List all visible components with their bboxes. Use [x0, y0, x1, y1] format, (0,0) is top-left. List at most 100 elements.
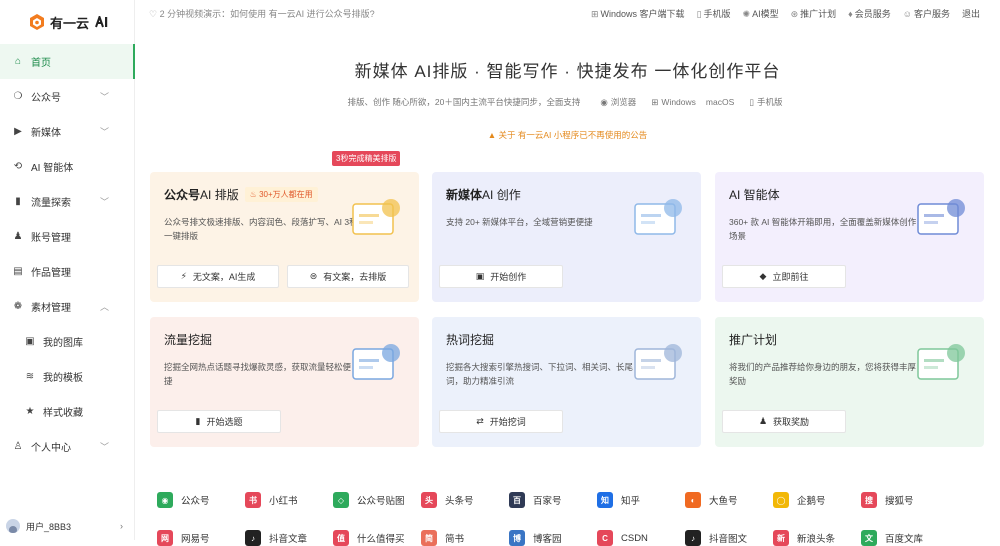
- feature-card-4[interactable]: 热词挖掘 挖掘各大搜索引擎热搜词、下拉词、相关词、长尾词，助力精准引流 ⇄ 开始挖词: [432, 317, 701, 447]
- platform-item[interactable]: 新新浪头条: [773, 530, 861, 546]
- top-link-0[interactable]: ⊞ Windows 客户端下载: [591, 7, 685, 20]
- hero-platform-icon: ⊞: [651, 97, 659, 107]
- card-action-button[interactable]: ⚡ 无文案，AI生成: [157, 265, 279, 288]
- platform-item[interactable]: 值什么值得买: [333, 530, 421, 546]
- user-name: 用户_8BB3: [26, 521, 72, 532]
- sidebar-item-3[interactable]: ⟲ AI 智能体: [0, 149, 135, 184]
- card-action-button[interactable]: ♟ 获取奖励: [722, 410, 846, 433]
- platform-item[interactable]: 搜搜狐号: [861, 492, 949, 508]
- platform-item[interactable]: ◐ 大鱼号: [685, 492, 773, 508]
- sidebar-item-6[interactable]: ▤ 作品管理: [0, 254, 135, 289]
- chevron-right-icon: ›: [120, 521, 123, 531]
- windows-icon: ⊞: [591, 9, 599, 19]
- hero-platform-label: 浏览器: [610, 97, 637, 107]
- sidebar-item-0[interactable]: ⌂ 首页: [0, 44, 135, 79]
- sidebar-item-2[interactable]: ▶ 新媒体 ﹀: [0, 114, 135, 149]
- feature-card-5[interactable]: 推广计划 将我们的产品推荐给你身边的朋友，您将获得丰厚奖励 ♟ 获取奖励: [715, 317, 984, 447]
- platform-item[interactable]: 简简书: [421, 530, 509, 546]
- platform-item[interactable]: 网网易号: [157, 530, 245, 546]
- platform-row-2: 网网易号 ♪ 抖音文章值什么值得买简简书博博客园 C CSDN ♪ 抖音图文新新浪头条文百度…: [135, 530, 1000, 546]
- top-link-2[interactable]: ✺ AI模型: [743, 7, 779, 20]
- logo-icon: [30, 14, 44, 30]
- platform-item[interactable]: 头头条号: [421, 492, 509, 508]
- card-illustration-icon: [352, 199, 400, 235]
- action-icon: ♟: [758, 416, 768, 426]
- home-icon: ⌂: [14, 56, 22, 67]
- sidebar-item-label: 个人中心: [31, 443, 71, 454]
- sidebar-item-label: 我的模板: [43, 373, 83, 384]
- platform-icon: 知: [597, 492, 613, 508]
- card-action-button[interactable]: ⊜ 有文案，去排版: [287, 265, 409, 288]
- card-actions: ▣ 开始创作: [439, 265, 563, 288]
- platform-icon: 搜: [861, 492, 877, 508]
- platform-icon: 简: [421, 530, 437, 546]
- sidebar-item-4[interactable]: ▮ 流量探索 ﹀: [0, 184, 135, 219]
- platform-label: 公众号贴图: [357, 496, 405, 507]
- video-notice[interactable]: ♡ 2 分钟视频演示：如何使用 有一云AI 进行公众号排版?: [149, 7, 375, 20]
- vip-icon: ♦: [848, 9, 853, 19]
- platform-label: CSDN: [621, 532, 648, 544]
- bell-icon: ▲: [487, 130, 499, 140]
- announcement-link[interactable]: ▲ 关于 有一云AI 小程序已不再使用的公告: [135, 129, 1000, 141]
- platform-item[interactable]: 知知乎: [597, 492, 685, 508]
- action-label: 有文案，去排版: [323, 272, 387, 282]
- hero-platform-label: 手机版: [756, 97, 783, 107]
- sidebar-item-7[interactable]: ❁ 素材管理 ︿: [0, 289, 135, 324]
- platform-item[interactable]: 书小红书: [245, 492, 333, 508]
- action-label: 获取奖励: [773, 417, 810, 427]
- platform-icon: 新: [773, 530, 789, 546]
- sidebar-item-9[interactable]: ≋ 我的模板: [0, 359, 135, 394]
- sidebar-item-11[interactable]: ♙ 个人中心 ﹀: [0, 429, 135, 464]
- platform-item[interactable]: 博博客园: [509, 530, 597, 546]
- platform-item[interactable]: C CSDN: [597, 530, 685, 546]
- action-label: 开始选题: [206, 417, 243, 427]
- bulb-icon: ♡: [149, 9, 160, 19]
- sidebar-item-5[interactable]: ♟ 账号管理: [0, 219, 135, 254]
- platform-item[interactable]: ◇ 公众号贴图: [333, 492, 421, 508]
- platform-icon: 百: [509, 492, 525, 508]
- top-link-5[interactable]: ☺ 客户服务: [903, 7, 950, 20]
- card-title-rest: AI 创作: [482, 188, 521, 202]
- card-action-button[interactable]: ▮ 开始选题: [157, 410, 281, 433]
- user-profile[interactable]: 用户_8BB3 ›: [0, 512, 135, 540]
- top-link-3[interactable]: ⊛ 推广计划: [791, 7, 837, 20]
- platform-item[interactable]: ♪ 抖音文章: [245, 530, 333, 546]
- announcement-text: 关于 有一云AI 小程序已不再使用的公告: [498, 130, 648, 140]
- platform-icon: ♪: [245, 530, 261, 546]
- card-action-button[interactable]: ⇄ 开始挖词: [439, 410, 563, 433]
- platform-item[interactable]: ◯ 企鹅号: [773, 492, 861, 508]
- hero-platform-0: ◉ 浏览器: [595, 97, 636, 107]
- top-links: ⊞ Windows 客户端下载 ▯ 手机版 ✺ AI模型 ⊛ 推广计划 ♦ 会员服务 ☺ 客户服务 退出: [591, 7, 980, 20]
- platform-label: 百度文库: [885, 534, 924, 545]
- model-icon: ✺: [742, 9, 751, 19]
- image-icon: ▣: [25, 336, 35, 347]
- platform-item[interactable]: 百百家号: [509, 492, 597, 508]
- card-title-bold: 新媒体: [446, 188, 483, 202]
- palette-icon: ❁: [13, 301, 23, 312]
- card-title-bold: 公众号: [164, 188, 201, 202]
- top-link-4[interactable]: ♦ 会员服务: [848, 7, 891, 20]
- platform-item[interactable]: ♪ 抖音图文: [685, 530, 773, 546]
- sidebar-item-1[interactable]: ❍ 公众号 ﹀: [0, 79, 135, 114]
- feature-card-0[interactable]: 公众号 AI 排版 ♨ 30+万人都在用 公众号排文极速排版、内容润色、段落扩写、A…: [150, 172, 419, 302]
- top-link-6[interactable]: 退出: [962, 7, 980, 20]
- action-icon: ▣: [475, 271, 485, 281]
- card-action-button[interactable]: ◆ 立即前往: [722, 265, 846, 288]
- card-action-button[interactable]: ▣ 开始创作: [439, 265, 563, 288]
- platform-icon: ◯: [773, 492, 789, 508]
- sidebar-item-8[interactable]: ▣ 我的图库: [0, 324, 135, 359]
- platform-item[interactable]: 文百度文库: [861, 530, 949, 546]
- feature-card-2[interactable]: AI 智能体 360+ 款 AI 智能体开箱即用，全面覆盖新媒体创作场景 ◆ 立即前往: [715, 172, 984, 302]
- promo-icon: ⊛: [790, 9, 799, 19]
- app-logo[interactable]: 有一云: [30, 12, 109, 32]
- feature-card-3[interactable]: 流量挖掘 挖掘全网热点话题寻找爆款灵感，获取流量轻松便捷 ▮ 开始选题: [150, 317, 419, 447]
- top-link-label: 客户服务: [913, 9, 950, 19]
- top-link-1[interactable]: ▯ 手机版: [697, 7, 731, 20]
- hero-platform-label: Windows: [661, 97, 696, 107]
- sidebar-item-10[interactable]: ★ 样式收藏: [0, 394, 135, 429]
- person-icon: ♙: [13, 441, 23, 452]
- top-link-label: 退出: [961, 9, 980, 19]
- feature-card-1[interactable]: 新媒体 AI 创作 支持 20+ 新媒体平台，全域营销更便捷 ▣ 开始创作: [432, 172, 701, 302]
- card-description: 公众号排文极速排版、内容润色、段落扩写、AI 3秒一键排版: [164, 217, 358, 241]
- platform-item[interactable]: ◉ 公众号: [157, 492, 245, 508]
